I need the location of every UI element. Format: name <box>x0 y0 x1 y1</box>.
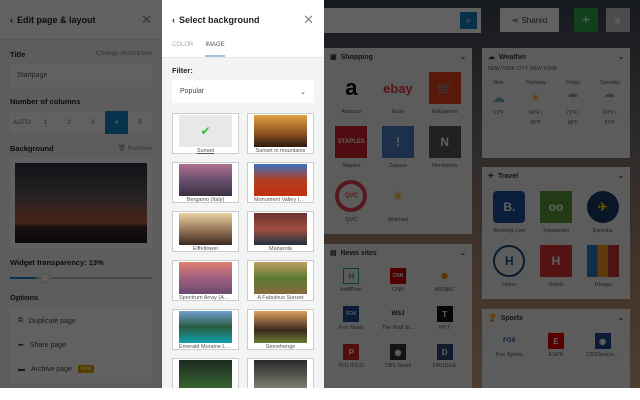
trophy-icon: 🏆 <box>488 315 497 322</box>
tab-image[interactable]: IMAGE <box>205 40 225 57</box>
forecast-day: Saturday ☂ 60°F | 53°F <box>599 80 620 126</box>
widget-travel: ✈ Travel ⌄ B. Booking.com oo Tripadvisor ✈ Ex… <box>482 167 630 299</box>
image-option[interactable]: Emerald Moraine Lake <box>172 309 239 350</box>
image-option[interactable]: ✔ Sunset <box>172 113 239 154</box>
link-tile[interactable]: ✈ Expedia <box>579 187 626 241</box>
remove-background-button[interactable]: 🗑 Remove <box>118 144 152 153</box>
avatar[interactable]: ● <box>606 8 630 32</box>
rain-icon: ☂ <box>567 90 579 105</box>
link-tile[interactable]: ebay Ebay <box>375 68 422 122</box>
link-tile[interactable]: STAPLES Staples <box>328 122 375 176</box>
link-tile[interactable]: T NYT <box>421 302 468 340</box>
link-tile[interactable]: ◉ CBS News <box>375 340 422 378</box>
check-icon: ✔ <box>179 115 232 147</box>
link-tile[interactable]: ✳ Walmart <box>375 176 422 230</box>
tab-color[interactable]: COLOR <box>172 40 193 57</box>
news-icon: ▤ <box>330 250 337 257</box>
duplicate-icon: ⧉ <box>18 317 23 324</box>
duplicate-page-button[interactable]: ⧉ Duplicate page <box>18 309 144 333</box>
archive-icon: ▬ <box>18 365 25 373</box>
back-icon[interactable]: ‹ <box>172 15 175 25</box>
chevron-down-icon[interactable]: ⌄ <box>460 53 466 61</box>
slider-handle[interactable] <box>39 273 50 283</box>
column-option[interactable]: 3 <box>81 111 105 134</box>
image-option[interactable]: Eiffeltower <box>172 211 239 252</box>
chevron-down-icon: ⌄ <box>300 88 306 96</box>
background-preview[interactable] <box>10 158 152 248</box>
link-tile[interactable]: ◉ CBSSports.... <box>579 329 626 367</box>
link-tile[interactable]: N Nordstrom <box>421 122 468 176</box>
column-option[interactable]: 4 <box>104 111 129 134</box>
link-tile[interactable]: a Amazon <box>328 68 375 122</box>
link-tile[interactable]: E ESPN <box>533 329 580 367</box>
forecast-day: Now ☁ 53°F <box>492 80 506 116</box>
forecast-day: Thursday ☀ 60°F | 48°F <box>525 80 546 126</box>
widget-weather: ☁ Weather ⌄ NEW YORK CITY, NEW YORK Now ☁ 53… <box>482 48 630 158</box>
columns-selector: AUTO 1 2 3 4 5 <box>10 111 152 134</box>
share-icon: ⋖ <box>511 15 519 25</box>
widget-sports: 🏆 Sports ⌄ FOX Fox Sports E ESPN ◉ CBSSports.… <box>482 309 630 388</box>
column-option[interactable]: 1 <box>34 111 58 134</box>
image-option[interactable] <box>247 358 314 388</box>
link-tile[interactable]: H Hotels <box>533 241 580 295</box>
close-icon[interactable]: ✕ <box>141 12 152 28</box>
link-tile[interactable]: FOX Fox Sports <box>486 329 533 367</box>
title-input[interactable]: Startpage <box>10 64 152 87</box>
search-bar[interactable]: ⌕ <box>324 8 481 33</box>
change-description-link[interactable]: Change description <box>96 50 152 59</box>
chevron-down-icon[interactable]: ⌄ <box>460 249 466 257</box>
image-option[interactable]: Sunset in mountains <box>247 113 314 154</box>
link-tile[interactable]: WSJ The Wall St... <box>375 302 422 340</box>
cloud-icon: ☁ <box>488 54 495 61</box>
plane-icon: ✈ <box>488 173 494 180</box>
back-icon[interactable]: ‹ <box>10 15 13 25</box>
link-tile[interactable]: B. Booking.com <box>486 187 533 241</box>
edit-page-panel: ‹ Edit page & layout ✕ Title Change descrip… <box>0 0 162 388</box>
select-background-panel: ‹ Select background ✕ COLOR IMAGE Filter: … <box>162 0 324 388</box>
search-icon[interactable]: ⌕ <box>460 12 477 29</box>
widget-shopping: ▣ Shopping ⌄ a Amazon ebay Ebay 🛒 AliExpress … <box>324 48 472 234</box>
link-tile[interactable]: 🛒 AliExpress <box>421 68 468 122</box>
image-option[interactable]: Stonehenge <box>247 309 314 350</box>
bag-icon: ▣ <box>330 54 337 61</box>
image-option[interactable]: A Fabulous Sunset <box>247 260 314 301</box>
rain-icon: ☂ <box>604 90 616 105</box>
link-tile[interactable]: QVC QVC <box>328 176 375 230</box>
link-tile[interactable]: FOX Fox News <box>328 302 375 340</box>
sun-icon: ☀ <box>529 90 542 105</box>
link-tile[interactable]: P POLITICO <box>328 340 375 378</box>
link-tile[interactable]: CNN CNN <box>375 264 422 302</box>
forecast-day: Friday ☂ 71°F | 48°F <box>565 80 580 126</box>
chevron-down-icon[interactable]: ⌄ <box>618 172 624 180</box>
link-tile[interactable]: H HuffPost <box>328 264 375 302</box>
close-icon[interactable]: ✕ <box>303 12 314 28</box>
image-option[interactable]: Monument Valley (USA) <box>247 162 314 203</box>
transparency-slider[interactable] <box>10 273 152 283</box>
archive-page-button[interactable]: ▬ Archive page New <box>18 357 144 381</box>
share-icon: ➦ <box>18 342 24 349</box>
image-option[interactable]: Manarola <box>247 211 314 252</box>
share-page-button[interactable]: ➦ Share page <box>18 333 144 357</box>
column-option[interactable]: 2 <box>57 111 81 134</box>
image-option[interactable] <box>172 358 239 388</box>
link-tile[interactable]: Trivago <box>579 241 626 295</box>
link-tile[interactable]: oo Tripadvisor <box>533 187 580 241</box>
widget-news: ▤ News sites ⌄ H HuffPost CNN CNN ✺ MSNBC FOX… <box>324 244 472 388</box>
add-button[interactable]: + <box>574 8 598 32</box>
filter-select[interactable]: Popular ⌄ <box>172 80 314 103</box>
image-option[interactable]: Spectrum Array (Aust... <box>172 260 239 301</box>
column-option[interactable]: 5 <box>128 111 152 134</box>
link-tile[interactable]: D DRUDGE <box>421 340 468 378</box>
chevron-down-icon[interactable]: ⌄ <box>618 53 624 61</box>
dashboard: ⌕ ⋖ Shared + ● ▣ Shopping ⌄ a Amazon ebay Eba… <box>324 0 640 388</box>
chevron-down-icon[interactable]: ⌄ <box>618 314 624 322</box>
link-tile[interactable]: H Hilton <box>486 241 533 295</box>
link-tile[interactable]: ! Zappos <box>375 122 422 176</box>
link-tile[interactable]: ✺ MSNBC <box>421 264 468 302</box>
shared-button[interactable]: ⋖ Shared <box>500 8 559 32</box>
column-option[interactable]: AUTO <box>10 111 34 134</box>
cloud-icon: ☁ <box>492 90 506 105</box>
image-option[interactable]: Bergamo (Italy) <box>172 162 239 203</box>
